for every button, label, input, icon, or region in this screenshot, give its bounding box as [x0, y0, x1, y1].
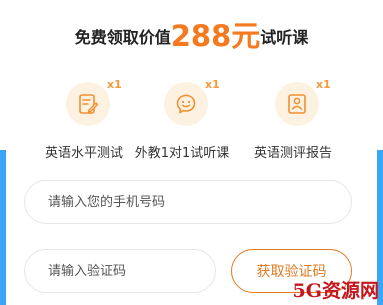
benefit-badge: x1 — [107, 78, 122, 91]
page-title: 免费领取价值288元试听课 — [0, 16, 383, 56]
page: 免费领取价值288元试听课 x1 英语水平测试 x1 外教1对1试听课 x1 英… — [0, 0, 383, 305]
watermark: 5G资源网 — [292, 280, 379, 302]
report-person-icon — [288, 94, 306, 114]
benefit-assessment-report: x1 英语测评报告 — [238, 78, 348, 161]
benefit-icon-circle — [275, 82, 319, 126]
benefit-label: 英语测评报告 — [253, 146, 332, 161]
document-pen-icon — [79, 94, 99, 114]
verification-code-input[interactable] — [24, 249, 216, 293]
benefit-badge: x1 — [205, 78, 220, 91]
title-suffix: 试听课 — [260, 28, 309, 47]
title-prefix: 免费领取价值 — [74, 28, 171, 47]
chat-smile-icon — [176, 94, 196, 114]
benefits-row: x1 英语水平测试 x1 外教1对1试听课 x1 英语测评报告 — [0, 78, 383, 161]
benefit-icon-circle — [164, 82, 208, 126]
benefit-badge: x1 — [316, 78, 331, 91]
phone-input[interactable] — [24, 180, 352, 224]
title-price: 288元 — [170, 19, 261, 53]
benefit-icon-circle — [66, 82, 110, 126]
benefit-trial-class: x1 外教1对1试听课 — [127, 78, 237, 161]
